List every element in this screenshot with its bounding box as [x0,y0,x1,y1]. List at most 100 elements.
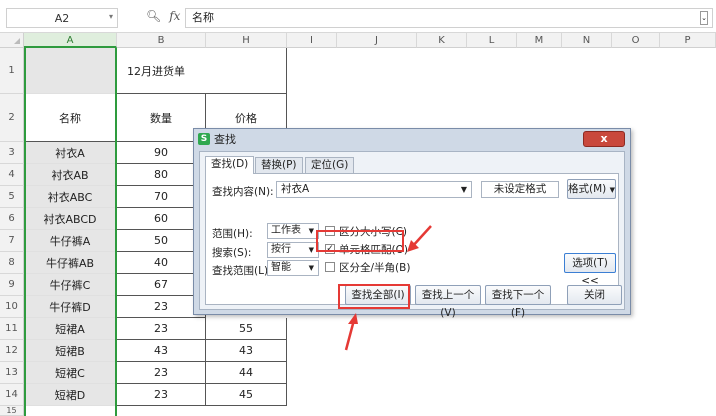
select-all-corner[interactable] [0,33,24,48]
name-box[interactable]: A2 ▾ [6,8,118,28]
chevron-down-icon[interactable]: ▾ [109,12,113,21]
find-label: 查找内容(N): [212,186,274,198]
match-cell-label: 单元格匹配(O) [339,244,408,256]
close-icon[interactable]: x [583,131,625,147]
cell-name[interactable]: 牛仔裤A [24,230,117,252]
cell-name[interactable]: 短裙B [24,340,117,362]
cell-name[interactable]: 牛仔裤C [24,274,117,296]
dialog-title: 查找 [214,133,236,146]
row-header-6[interactable]: 6 [0,208,24,230]
dialog-body: 查找(D) 替换(P) 定位(G) 查找内容(N): 衬衣A ▼ 未设定格式 格… [199,151,625,319]
lookin-label: 查找范围(L): [212,265,272,277]
format-button-label: 格式(M) [568,183,607,195]
search-select[interactable]: 按行 ▼ [267,242,319,258]
cell-price[interactable]: 45 [206,384,287,406]
chevron-down-icon[interactable]: ▼ [461,182,467,197]
chevron-down-icon: ▼ [308,246,314,254]
find-all-button[interactable]: 查找全部(I) [345,285,411,305]
cell-name[interactable]: 牛仔裤AB [24,252,117,274]
tab-goto[interactable]: 定位(G) [305,157,355,174]
cell-reference: A2 [54,11,70,25]
cell-qty[interactable]: 23 [117,318,206,340]
row-header-2[interactable]: 2 [0,94,24,142]
close-button[interactable]: 关闭 [567,285,622,305]
column-header-L[interactable]: L [467,33,517,48]
row-header-3[interactable]: 3 [0,142,24,164]
row-header-13[interactable]: 13 [0,362,24,384]
column-header-N[interactable]: N [562,33,612,48]
column-header-J[interactable]: J [337,33,417,48]
row-header-5[interactable]: 5 [0,186,24,208]
format-status: 未设定格式 [481,181,559,198]
zoom-icon[interactable]: 🔍︎ [146,9,161,23]
formula-content: 名称 [192,11,214,24]
format-button[interactable]: 格式(M) ▼ [567,179,616,199]
find-input-value: 衬衣A [281,183,310,195]
column-header-K[interactable]: K [417,33,467,48]
column-header-B[interactable]: B [117,33,206,48]
cell-price[interactable]: 43 [206,340,287,362]
row-header-11[interactable]: 11 [0,318,24,340]
cell-name[interactable]: 短裙D [24,384,117,406]
column-header-O[interactable]: O [612,33,660,48]
cell-name[interactable]: 衬衣A [24,142,117,164]
row-header-12[interactable]: 12 [0,340,24,362]
expand-icon[interactable]: ⌄ [700,11,708,25]
cell-name[interactable]: 短裙C [24,362,117,384]
row-header-1[interactable]: 1 [0,48,24,94]
row-header-8[interactable]: 8 [0,252,24,274]
find-dialog: S 查找 x 查找(D) 替换(P) 定位(G) 查找内容(N): 衬衣A ▼ … [193,128,631,319]
column-header-A[interactable]: A [24,33,117,48]
cell-qty[interactable]: 23 [117,384,206,406]
column-header-P[interactable]: P [660,33,716,48]
sheet-title[interactable]: 12月进货单 [117,48,287,94]
find-next-button[interactable]: 查找下一个(F) [485,285,551,319]
cell-qty[interactable]: 43 [117,340,206,362]
find-panel: 查找内容(N): 衬衣A ▼ 未设定格式 格式(M) ▼ 范围(H): 工作表 ▼… [205,173,619,305]
cell-price[interactable]: 55 [206,318,287,340]
tab-find[interactable]: 查找(D) [205,156,255,174]
options-button[interactable]: 选项(T) << [564,253,616,287]
column-header-I[interactable]: I [287,33,337,48]
cell-price[interactable]: 44 [206,362,287,384]
cell-name[interactable]: 衬衣ABCD [24,208,117,230]
row-header-7[interactable]: 7 [0,230,24,252]
formula-input[interactable]: 名称 ⌄ [185,8,713,28]
tab-replace[interactable]: 替换(P) [255,157,303,174]
row-header-15[interactable]: 15 [0,406,24,416]
header-name[interactable]: 名称 [24,94,117,142]
row-header-10[interactable]: 10 [0,296,24,318]
match-case-checkbox[interactable] [325,226,335,236]
scope-value: 工作表 [271,225,301,236]
chevron-down-icon: ▼ [308,264,314,272]
lookin-select[interactable]: 智能 ▼ [267,260,319,276]
lookin-value: 智能 [271,262,291,273]
column-header-M[interactable]: M [517,33,562,48]
formula-icons: 🔍︎ fx [146,9,180,23]
find-previous-button[interactable]: 查找上一个(V) [415,285,481,319]
search-label: 搜索(S): [212,247,252,259]
scope-label: 范围(H): [212,228,253,240]
row-header-14[interactable]: 14 [0,384,24,406]
column-header-H[interactable]: H [206,33,287,48]
chevron-down-icon: ▼ [308,227,314,235]
cell-name[interactable]: 短裙A [24,318,117,340]
find-input[interactable]: 衬衣A ▼ [276,181,472,198]
row-header-4[interactable]: 4 [0,164,24,186]
wps-logo-icon: S [198,133,210,145]
match-case-label: 区分大小写(C) [339,226,408,238]
cell-qty[interactable]: 23 [117,362,206,384]
cell-name[interactable]: 衬衣AB [24,164,117,186]
search-value: 按行 [271,244,291,255]
cell-A1[interactable] [24,48,117,94]
formula-bar: A2 ▾ 🔍︎ fx 名称 ⌄ [0,0,716,33]
dialog-titlebar[interactable]: S 查找 x [194,129,630,149]
match-width-label: 区分全/半角(B) [339,262,411,274]
match-width-checkbox[interactable] [325,262,335,272]
scope-select[interactable]: 工作表 ▼ [267,223,319,239]
row-header-9[interactable]: 9 [0,274,24,296]
fx-icon[interactable]: fx [169,9,180,23]
cell-name[interactable]: 衬衣ABC [24,186,117,208]
match-cell-checkbox[interactable]: ✓ [325,244,335,254]
cell-name[interactable]: 牛仔裤D [24,296,117,318]
